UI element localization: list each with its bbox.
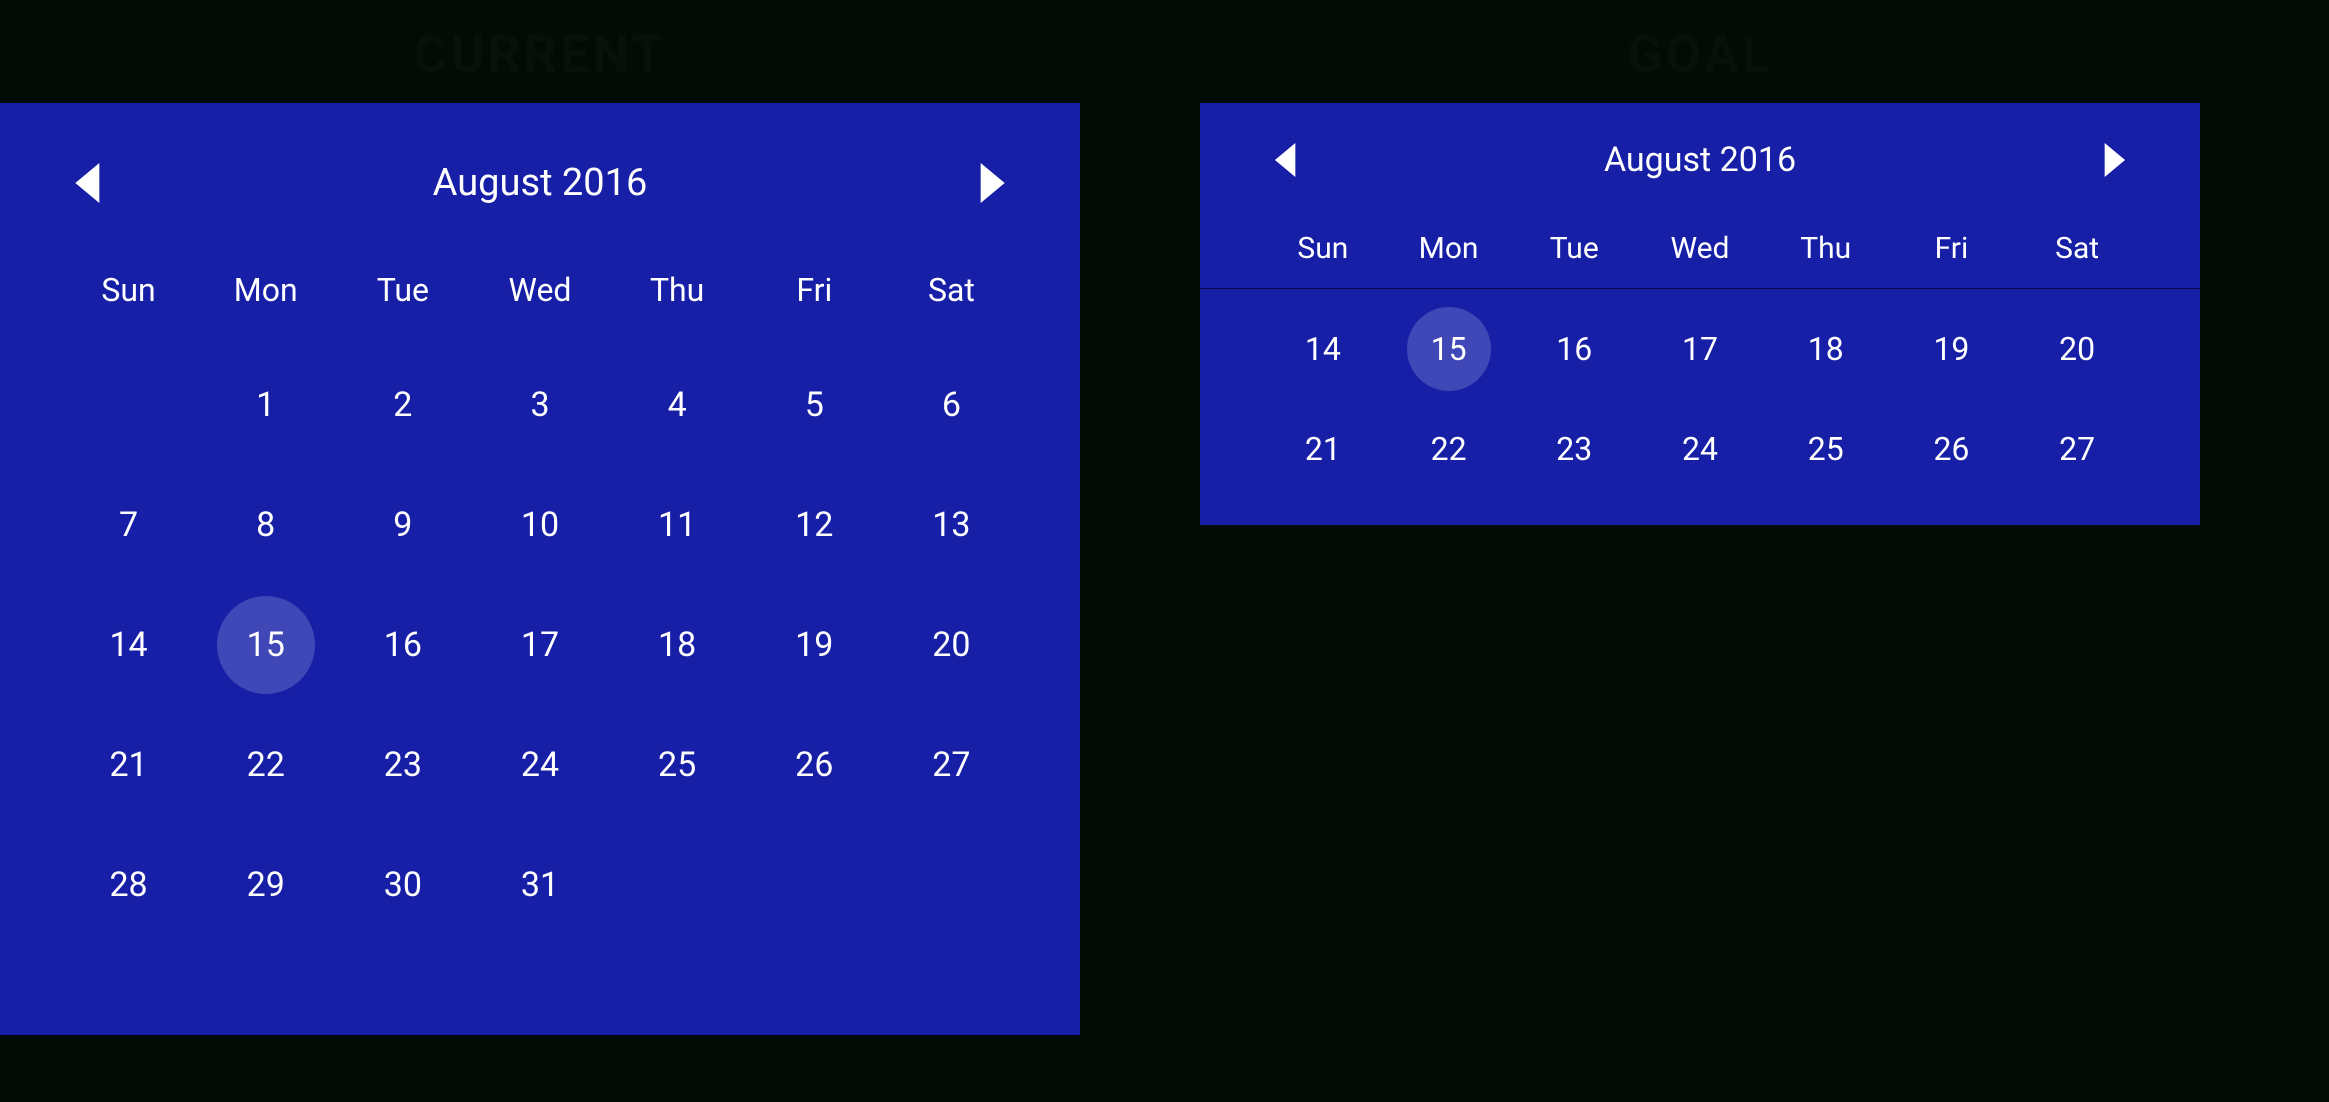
day-cell[interactable]: 23 [334, 705, 471, 825]
chevron-right-icon [2104, 143, 2128, 177]
weekday-mon: Mon [197, 245, 334, 345]
day-cell[interactable]: 24 [471, 705, 608, 825]
weekday-wed: Wed [471, 245, 608, 345]
day-cell[interactable]: 16 [334, 585, 471, 705]
day-cell[interactable]: 29 [197, 825, 334, 945]
weekday-fri: Fri [1889, 213, 2015, 288]
day-cell[interactable]: 16 [1511, 299, 1637, 399]
day-cell-empty [609, 825, 746, 945]
day-cell[interactable]: 19 [746, 585, 883, 705]
weekday-header-row: Sun Mon Tue Wed Thu Fri Sat [60, 245, 1020, 345]
month-year-title: August 2016 [433, 161, 648, 205]
day-cell[interactable]: 31 [471, 825, 608, 945]
day-cell-selected[interactable]: 15 [1386, 299, 1512, 399]
day-cell[interactable]: 9 [334, 465, 471, 585]
current-label: CURRENT [0, 0, 1080, 103]
weekday-sat: Sat [2014, 213, 2140, 288]
day-cell[interactable]: 18 [1763, 299, 1889, 399]
day-cell[interactable]: 26 [1889, 399, 2015, 499]
week-row: 7 8 9 10 11 12 13 [60, 465, 1020, 585]
day-cell[interactable]: 17 [1637, 299, 1763, 399]
week-row: 21 22 23 24 25 26 27 [1260, 399, 2140, 499]
day-cell[interactable]: 3 [471, 345, 608, 465]
weekday-thu: Thu [1763, 213, 1889, 288]
next-month-button[interactable] [2092, 131, 2140, 189]
chevron-left-icon [72, 163, 100, 203]
day-cell[interactable]: 20 [2014, 299, 2140, 399]
week-row: 28 29 30 31 [60, 825, 1020, 945]
day-cell[interactable]: 20 [883, 585, 1020, 705]
day-cell[interactable]: 6 [883, 345, 1020, 465]
day-cell[interactable]: 23 [1511, 399, 1637, 499]
weekday-thu: Thu [609, 245, 746, 345]
day-cell[interactable]: 25 [609, 705, 746, 825]
weekday-fri: Fri [746, 245, 883, 345]
weekday-sun: Sun [60, 245, 197, 345]
day-cell[interactable]: 26 [746, 705, 883, 825]
day-cell[interactable]: 5 [746, 345, 883, 465]
day-cell[interactable]: 30 [334, 825, 471, 945]
day-cell[interactable]: 8 [197, 465, 334, 585]
day-cell[interactable]: 27 [883, 705, 1020, 825]
day-cell[interactable]: 27 [2014, 399, 2140, 499]
day-cell-empty [60, 345, 197, 465]
weekday-wed: Wed [1637, 213, 1763, 288]
calendar-full: August 2016 Sun Mon Tue Wed Thu Fri Sat … [0, 103, 1080, 1035]
calendar-header: August 2016 [1260, 121, 2140, 213]
day-cell[interactable]: 18 [609, 585, 746, 705]
day-cell[interactable]: 7 [60, 465, 197, 585]
week-row: 14 15 16 17 18 19 20 [60, 585, 1020, 705]
day-cell[interactable]: 19 [1889, 299, 2015, 399]
day-cell[interactable]: 28 [60, 825, 197, 945]
day-cell-selected[interactable]: 15 [197, 585, 334, 705]
week-row: 14 15 16 17 18 19 20 [1260, 299, 2140, 399]
day-cell[interactable]: 13 [883, 465, 1020, 585]
next-month-button[interactable] [968, 151, 1020, 215]
day-cell[interactable]: 1 [197, 345, 334, 465]
calendar-compact: August 2016 Sun Mon Tue Wed Thu Fri Sat … [1200, 103, 2200, 525]
day-cell[interactable]: 22 [1386, 399, 1512, 499]
current-panel: CURRENT August 2016 Sun Mon Tue Wed Thu … [0, 0, 1080, 1035]
day-cell[interactable]: 21 [60, 705, 197, 825]
day-cell[interactable]: 25 [1763, 399, 1889, 499]
chevron-left-icon [1272, 143, 1296, 177]
day-cell[interactable]: 2 [334, 345, 471, 465]
day-cell[interactable]: 10 [471, 465, 608, 585]
day-cell[interactable]: 11 [609, 465, 746, 585]
day-cell-empty [883, 825, 1020, 945]
weekday-sat: Sat [883, 245, 1020, 345]
chevron-right-icon [980, 163, 1008, 203]
prev-month-button[interactable] [1260, 131, 1308, 189]
weekday-sun: Sun [1260, 213, 1386, 288]
week-row: 1 2 3 4 5 6 [60, 345, 1020, 465]
month-year-title: August 2016 [1604, 140, 1796, 180]
day-cell[interactable]: 14 [1260, 299, 1386, 399]
weekday-header-row: Sun Mon Tue Wed Thu Fri Sat [1260, 213, 2140, 288]
day-cell[interactable]: 21 [1260, 399, 1386, 499]
weekday-tue: Tue [1511, 213, 1637, 288]
day-cell[interactable]: 24 [1637, 399, 1763, 499]
day-cell[interactable]: 14 [60, 585, 197, 705]
day-cell[interactable]: 12 [746, 465, 883, 585]
day-cell[interactable]: 17 [471, 585, 608, 705]
day-cell-empty [746, 825, 883, 945]
goal-panel: GOAL August 2016 Sun Mon Tue Wed Thu Fri… [1200, 0, 2200, 525]
divider [1200, 288, 2200, 289]
prev-month-button[interactable] [60, 151, 112, 215]
week-row: 21 22 23 24 25 26 27 [60, 705, 1020, 825]
calendar-header: August 2016 [60, 133, 1020, 245]
day-cell[interactable]: 22 [197, 705, 334, 825]
goal-label: GOAL [1200, 0, 2200, 103]
day-cell[interactable]: 4 [609, 345, 746, 465]
weekday-mon: Mon [1386, 213, 1512, 288]
weekday-tue: Tue [334, 245, 471, 345]
